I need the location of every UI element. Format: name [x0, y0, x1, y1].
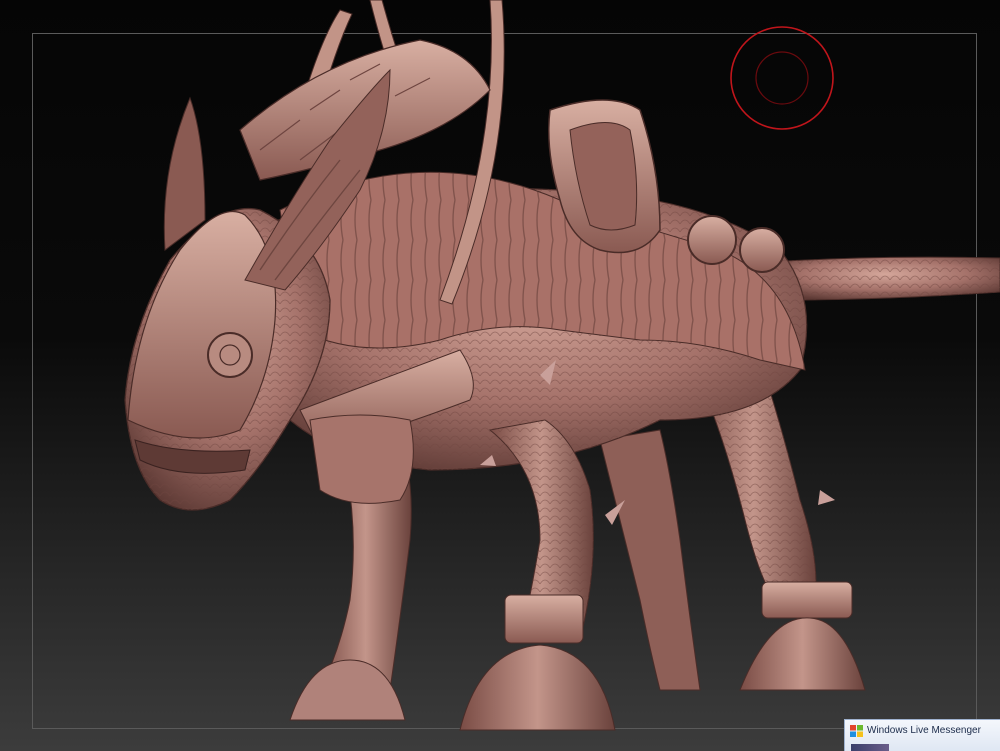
brush-cursor-icon — [730, 26, 834, 130]
front-ankle-cuff — [504, 594, 584, 644]
chest-pouch — [309, 414, 414, 504]
head-armor — [127, 211, 277, 439]
horn-front — [163, 96, 206, 251]
head-rivet-medallion — [207, 332, 253, 378]
windows-flag-icon — [850, 725, 863, 737]
back-foot — [739, 617, 866, 691]
front-right-foot — [459, 644, 616, 731]
contact-avatar — [851, 744, 889, 751]
messenger-notification[interactable]: Windows Live Messenger — [844, 719, 1000, 751]
sculpt-viewport[interactable]: Windows Live Messenger — [0, 0, 1000, 751]
back-left-leg — [599, 429, 701, 691]
saddle-medallion — [687, 215, 737, 265]
armored-creature-model[interactable] — [0, 0, 1000, 751]
messenger-title: Windows Live Messenger — [867, 725, 981, 736]
back-ankle-cuff — [761, 581, 853, 619]
